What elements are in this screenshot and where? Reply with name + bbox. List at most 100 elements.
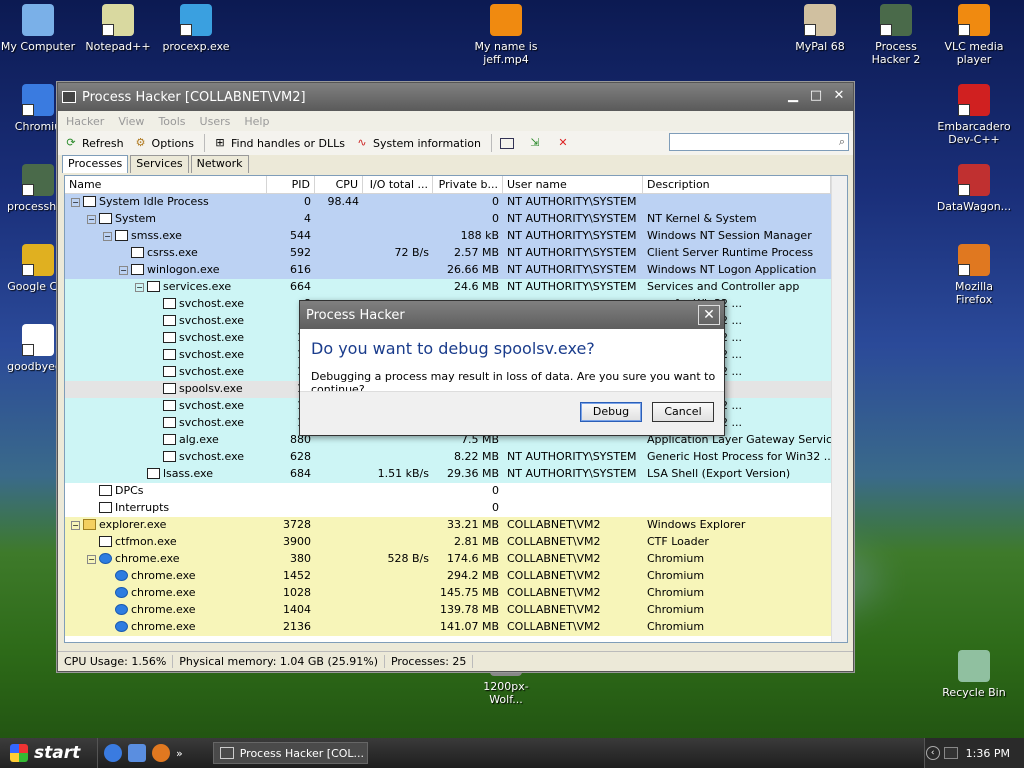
process-row[interactable]: csrss.exe 592 72 B/s 2.57 MB NT AUTHORITY\SY… [65, 245, 847, 262]
column-header-cell[interactable]: I/O total ... [363, 176, 433, 193]
process-name-cell: alg.exe [65, 432, 267, 449]
menu-item-view[interactable]: View [118, 115, 144, 128]
window-icon-button[interactable] [499, 137, 518, 149]
tree-collapse-icon[interactable]: − [71, 198, 80, 207]
process-row[interactable]: Interrupts 0 [65, 500, 847, 517]
process-row[interactable]: − chrome.exe 380 528 B/s 174.6 MB COLLABNET\V… [65, 551, 847, 568]
column-header-cell[interactable]: Name [65, 176, 267, 193]
window-titlebar[interactable]: Process Hacker [COLLABNET\VM2] ▁ □ ✕ [58, 83, 853, 111]
binoculars-icon: ⊞ [215, 136, 225, 149]
process-row[interactable]: − smss.exe 544 188 kB NT AUTHORITY\SYSTEM Win… [65, 228, 847, 245]
process-icon [83, 196, 96, 207]
process-row[interactable]: − services.exe 664 24.6 MB NT AUTHORITY\SYST… [65, 279, 847, 296]
network-icon[interactable] [943, 747, 958, 759]
tab-network[interactable]: Network [190, 155, 249, 173]
process-priv-cell: 188 kB [460, 229, 499, 242]
process-row[interactable]: − explorer.exe 3728 33.21 MB COLLABNET\VM2 Wi… [65, 517, 847, 534]
menu-item-tools[interactable]: Tools [158, 115, 185, 128]
process-cpu-cell [315, 483, 363, 500]
find-handles-button[interactable]: ⊞ Find handles or DLLs [213, 136, 345, 150]
close-icon[interactable]: ✕ [829, 88, 849, 106]
process-row[interactable]: − System 4 0 NT AUTHORITY\SYSTEM NT Kernel & … [65, 211, 847, 228]
quicklaunch-expand-icon[interactable]: » [176, 747, 183, 760]
firefox-icon[interactable] [152, 744, 170, 762]
tree-collapse-icon[interactable]: − [87, 555, 96, 564]
desktop-icon-label: procexp.exe [162, 40, 230, 53]
process-row[interactable]: chrome.exe 1452 294.2 MB COLLABNET\VM2 Chrom… [65, 568, 847, 585]
process-row[interactable]: chrome.exe 1404 139.78 MB COLLABNET\VM2 Chro… [65, 602, 847, 619]
desktop-icon[interactable]: Process Hacker 2 [858, 4, 934, 66]
tray-expand-icon[interactable]: ‹ [925, 746, 940, 760]
process-priv-cell: 2.81 MB [453, 535, 499, 548]
process-cpu-cell [315, 585, 363, 602]
process-desc-cell [643, 194, 831, 211]
process-row[interactable]: chrome.exe 2136 141.07 MB COLLABNET\VM2 Chro… [65, 619, 847, 636]
column-header-cell[interactable]: Description [643, 176, 831, 193]
minimize-icon[interactable]: ▁ [783, 88, 803, 106]
column-header-cell[interactable]: User name [503, 176, 643, 193]
chromium-icon [22, 84, 54, 116]
process-pid-cell [267, 483, 315, 500]
process-priv-cell: 139.78 MB [439, 603, 499, 616]
process-row[interactable]: chrome.exe 1028 145.75 MB COLLABNET\VM2 Chro… [65, 585, 847, 602]
desktop-icon[interactable]: MyPal 68 [782, 4, 858, 53]
column-header-cell[interactable]: Private b... [433, 176, 503, 193]
process-user-cell: COLLABNET\VM2 [507, 586, 601, 599]
menu-item-help[interactable]: Help [244, 115, 269, 128]
cancel-button[interactable]: Cancel [652, 402, 714, 422]
desktop-icon[interactable]: procexp.exe [158, 4, 234, 53]
column-header-cell[interactable]: PID [267, 176, 315, 193]
debug-button[interactable]: Debug [580, 402, 642, 422]
dialog-close-icon[interactable]: ✕ [698, 305, 720, 325]
process-io-cell [363, 194, 433, 211]
column-header-cell[interactable]: CPU [315, 176, 363, 193]
desktop-icon[interactable]: Embarcadero Dev-C++ [936, 84, 1012, 146]
dialog-button-row: Debug Cancel [300, 391, 724, 435]
find-window-button[interactable]: ⇲ [528, 136, 546, 150]
process-icon [147, 468, 160, 479]
process-desc-cell: Chromium [647, 586, 705, 599]
desktop-icon[interactable]: Notepad++ [80, 4, 156, 53]
menu-item-users[interactable]: Users [200, 115, 231, 128]
process-row[interactable]: − winlogon.exe 616 26.66 MB NT AUTHORITY\SYS… [65, 262, 847, 279]
tree-collapse-icon[interactable]: − [103, 232, 112, 241]
options-button[interactable]: ⚙ Options [134, 136, 194, 150]
tab-processes[interactable]: Processes [62, 155, 129, 173]
process-row[interactable]: DPCs 0 [65, 483, 847, 500]
explorer-quicklaunch-icon[interactable] [128, 744, 146, 762]
desktop-icon[interactable]: My Computer [0, 4, 76, 53]
vertical-scrollbar[interactable] [831, 176, 847, 642]
tree-collapse-icon[interactable]: − [71, 521, 80, 530]
refresh-button[interactable]: ⟳ Refresh [64, 136, 123, 150]
search-input[interactable]: ⌕ [669, 133, 849, 151]
process-row[interactable]: lsass.exe 684 1.51 kB/s 29.36 MB NT AUTHORIT… [65, 466, 847, 483]
tree-collapse-icon[interactable]: − [119, 266, 128, 275]
process-name-cell: svchost.exe [65, 449, 267, 466]
start-button[interactable]: start [0, 738, 98, 768]
desktop-icon[interactable]: VLC media player [936, 4, 1012, 66]
process-row[interactable]: ctfmon.exe 3900 2.81 MB COLLABNET\VM2 CTF Lo… [65, 534, 847, 551]
tab-services[interactable]: Services [130, 155, 189, 173]
tree-collapse-icon[interactable]: − [135, 283, 144, 292]
desktop-icon[interactable]: Mozilla Firefox [936, 244, 1012, 306]
dialog-titlebar[interactable]: Process Hacker ✕ [300, 301, 724, 329]
maximize-icon[interactable]: □ [806, 88, 826, 106]
tree-collapse-icon[interactable]: − [87, 215, 96, 224]
process-row[interactable]: − System Idle Process 0 98.44 0 NT AUTHORITY\… [65, 194, 847, 211]
process-row[interactable]: svchost.exe 628 8.22 MB NT AUTHORITY\SYSTEM… [65, 449, 847, 466]
desktop-icon[interactable]: DataWagon... [936, 164, 1012, 213]
desktop-icon[interactable]: Recycle Bin [936, 650, 1012, 699]
system-information-button[interactable]: ∿ System information [355, 136, 481, 150]
process-name-cell: − System [65, 211, 267, 228]
menu-item-hacker[interactable]: Hacker [66, 115, 104, 128]
terminate-button[interactable]: ✕ [556, 136, 574, 150]
taskbar-item-process-hacker[interactable]: Process Hacker [COL... [212, 742, 368, 764]
process-user-cell: COLLABNET\VM2 [507, 603, 601, 616]
process-icon [163, 315, 176, 326]
process-pid-cell: 380 [290, 552, 311, 565]
desktop-icon[interactable]: My name is jeff.mp4 [468, 4, 544, 66]
process-user-cell: COLLABNET\VM2 [507, 620, 601, 633]
process-icon [115, 604, 128, 615]
process-icon [115, 570, 128, 581]
ie-icon[interactable] [104, 744, 122, 762]
